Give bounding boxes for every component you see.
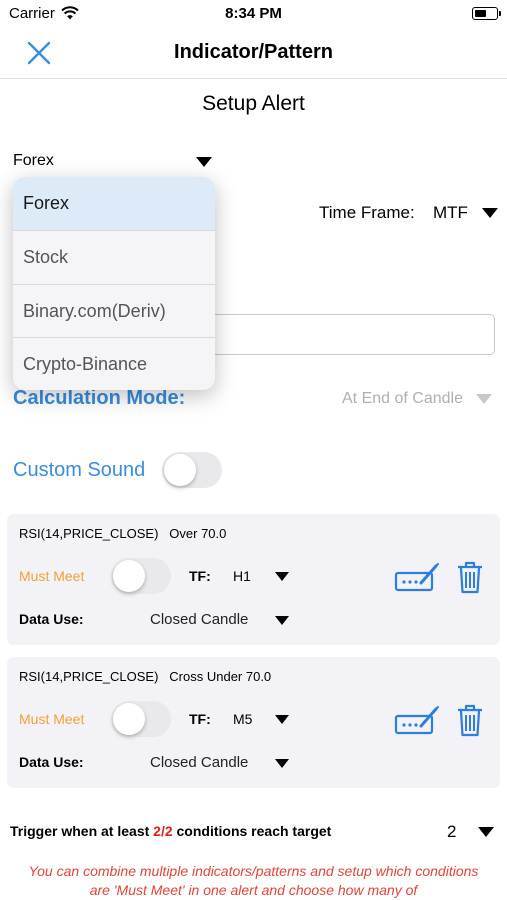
- market-option-binary[interactable]: Binary.com(Deriv): [13, 285, 215, 338]
- tf-label: TF:: [189, 711, 211, 727]
- tf-dropdown-arrow-icon[interactable]: [275, 715, 289, 724]
- market-select[interactable]: Forex: [13, 152, 54, 170]
- must-meet-label: Must Meet: [19, 568, 85, 584]
- section-title: Setup Alert: [202, 92, 305, 115]
- condition-card: RSI(14,PRICE_CLOSE) Cross Under 70.0 Mus…: [7, 657, 500, 788]
- clock: 8:34 PM: [225, 5, 282, 22]
- option-label: Forex: [23, 193, 70, 213]
- navigation-bar: Indicator/Pattern: [0, 28, 507, 79]
- data-use-label: Data Use:: [19, 754, 84, 770]
- data-use-dropdown-arrow-icon[interactable]: [275, 616, 289, 625]
- option-label: Stock: [23, 247, 69, 267]
- must-meet-toggle[interactable]: [111, 701, 171, 737]
- condition-card: RSI(14,PRICE_CLOSE) Over 70.0 Must Meet …: [7, 514, 500, 645]
- condition-text: RSI(14,PRICE_CLOSE) Cross Under 70.0: [19, 669, 271, 684]
- custom-sound-label: Custom Sound: [13, 459, 146, 481]
- data-use-label: Data Use:: [19, 611, 84, 627]
- time-frame-dropdown-arrow-icon[interactable]: [482, 208, 498, 218]
- custom-sound-toggle[interactable]: [162, 452, 222, 488]
- help-note: You can combine multiple indicators/patt…: [28, 863, 479, 898]
- indicator-name: RSI(14,PRICE_CLOSE): [19, 526, 159, 541]
- condition-rule: Over 70.0: [169, 526, 227, 541]
- trigger-text: Trigger when at least 2/2 conditions rea…: [10, 823, 331, 839]
- trash-icon[interactable]: [455, 703, 485, 737]
- data-use-select[interactable]: Closed Candle: [150, 754, 248, 771]
- tf-select[interactable]: H1: [233, 568, 251, 584]
- trigger-count-select[interactable]: 2: [447, 822, 456, 842]
- trigger-suffix: conditions reach target: [176, 823, 332, 839]
- option-label: Crypto-Binance: [23, 354, 148, 374]
- trash-icon[interactable]: [455, 560, 485, 594]
- data-use-select[interactable]: Closed Candle: [150, 611, 248, 628]
- indicator-name: RSI(14,PRICE_CLOSE): [19, 669, 159, 684]
- calculation-mode-arrow-icon[interactable]: [476, 394, 492, 404]
- option-label: Binary.com(Deriv): [23, 301, 166, 321]
- market-dropdown-menu: Forex Stock Binary.com(Deriv) Crypto-Bin…: [13, 177, 215, 390]
- market-option-crypto[interactable]: Crypto-Binance: [13, 338, 215, 390]
- calculation-mode-label: Calculation Mode:: [13, 387, 186, 409]
- must-meet-label: Must Meet: [19, 711, 85, 727]
- market-dropdown-arrow-icon[interactable]: [196, 157, 212, 167]
- tf-dropdown-arrow-icon[interactable]: [275, 572, 289, 581]
- tf-select[interactable]: M5: [233, 711, 252, 727]
- trigger-count-arrow-icon[interactable]: [478, 827, 494, 837]
- time-frame-label: Time Frame:: [319, 203, 415, 222]
- page-title: Indicator/Pattern: [174, 41, 333, 63]
- time-frame-select[interactable]: MTF: [433, 203, 468, 223]
- battery-icon: [472, 7, 501, 20]
- edit-icon[interactable]: [394, 704, 440, 736]
- condition-rule: Cross Under 70.0: [169, 669, 272, 684]
- tf-label: TF:: [189, 568, 211, 584]
- trigger-fraction: 2/2: [153, 823, 173, 839]
- status-bar: Carrier 8:34 PM: [0, 0, 507, 28]
- data-use-dropdown-arrow-icon[interactable]: [275, 759, 289, 768]
- market-option-forex[interactable]: Forex: [13, 177, 215, 230]
- condition-text: RSI(14,PRICE_CLOSE) Over 70.0: [19, 526, 226, 541]
- edit-icon[interactable]: [394, 561, 440, 593]
- market-option-stock[interactable]: Stock: [13, 231, 215, 284]
- must-meet-toggle[interactable]: [111, 558, 171, 594]
- trigger-prefix: Trigger when at least: [10, 823, 150, 839]
- calculation-mode-select[interactable]: At End of Candle: [342, 390, 463, 408]
- alert-name-input[interactable]: [208, 314, 495, 355]
